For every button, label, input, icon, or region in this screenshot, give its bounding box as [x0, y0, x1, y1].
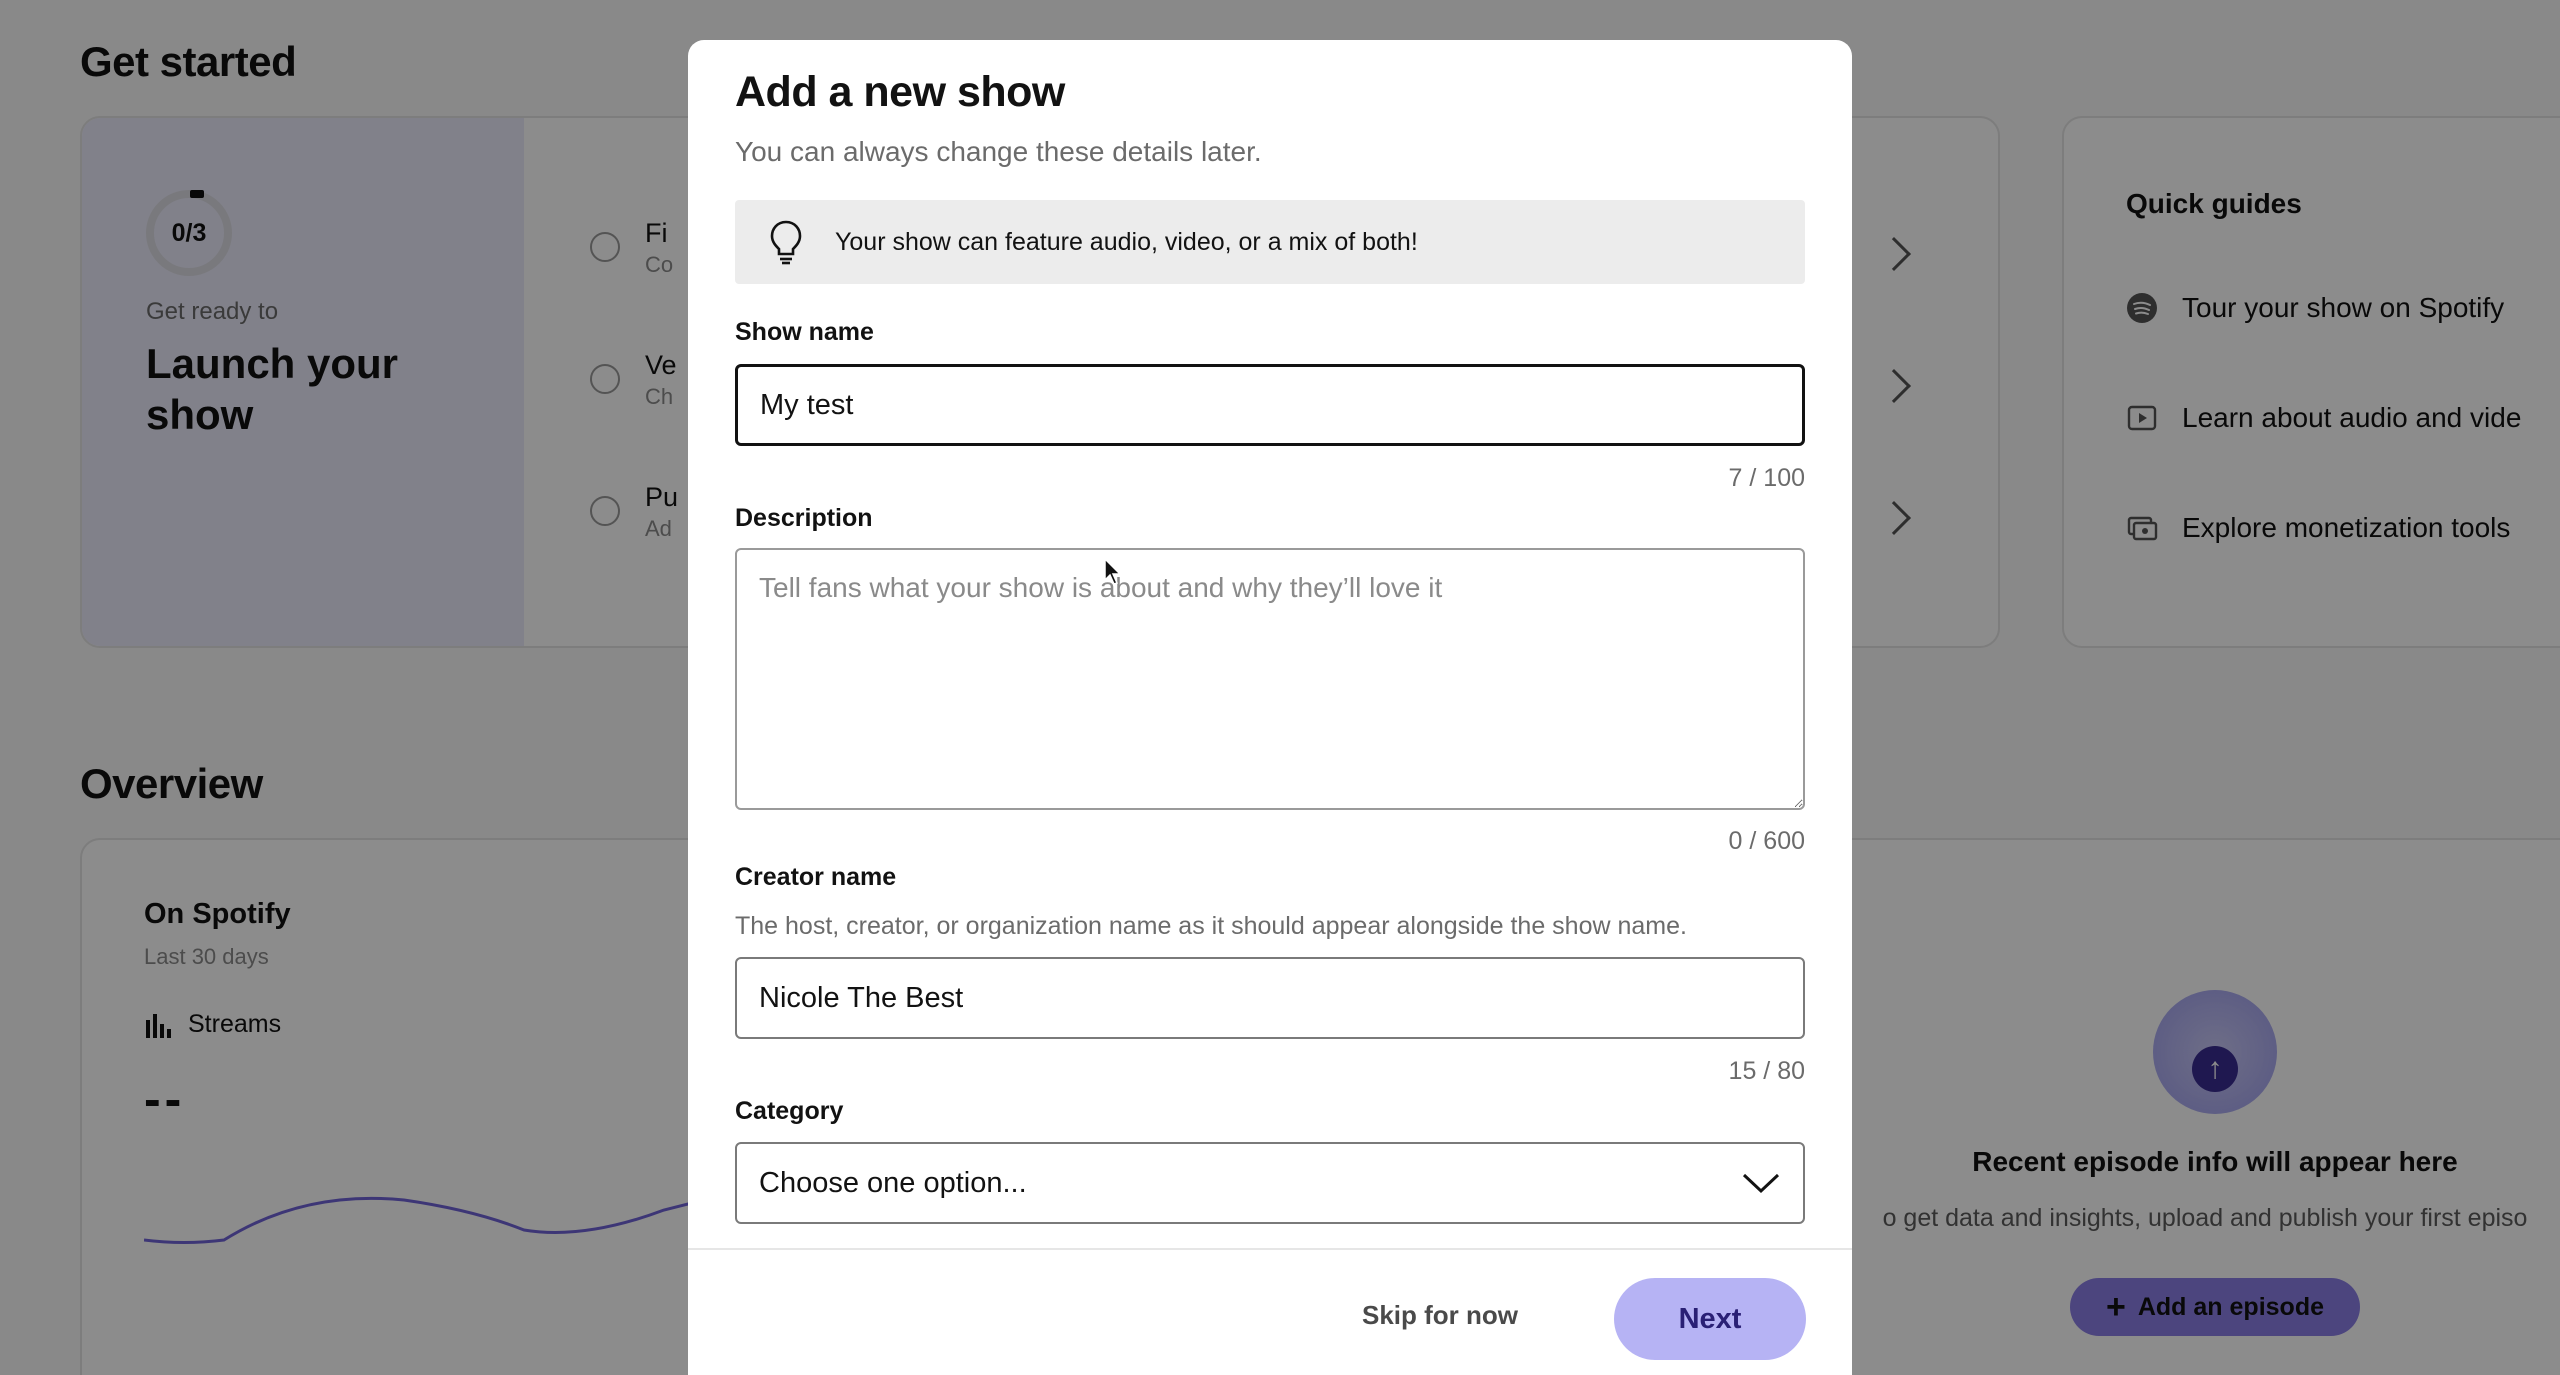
creator-name-input[interactable] — [735, 957, 1805, 1039]
tip-banner: Your show can feature audio, video, or a… — [735, 200, 1805, 284]
skip-button[interactable]: Skip for now — [1362, 1300, 1518, 1331]
category-selected-value: Choose one option... — [759, 1166, 1027, 1199]
footer-divider — [688, 1248, 1852, 1250]
creator-name-help: The host, creator, or organization name … — [735, 912, 1687, 940]
show-name-label: Show name — [735, 318, 874, 346]
category-label: Category — [735, 1097, 844, 1125]
tip-text: Your show can feature audio, video, or a… — [835, 227, 1418, 256]
dialog-title: Add a new show — [735, 68, 1065, 116]
show-name-counter: 7 / 100 — [1728, 464, 1805, 492]
category-select[interactable]: Choose one option... — [735, 1142, 1805, 1224]
dialog-subtitle: You can always change these details late… — [735, 136, 1262, 167]
add-show-dialog: Add a new show You can always change the… — [688, 40, 1852, 1375]
lightbulb-icon — [770, 220, 802, 265]
description-label: Description — [735, 504, 873, 532]
description-counter: 0 / 600 — [1728, 827, 1805, 855]
mouse-cursor-icon — [1104, 558, 1122, 585]
show-name-input[interactable] — [735, 364, 1805, 446]
creator-name-label: Creator name — [735, 863, 897, 891]
next-button[interactable]: Next — [1614, 1278, 1806, 1360]
chevron-down-icon — [1742, 1173, 1780, 1194]
creator-name-counter: 15 / 80 — [1728, 1057, 1805, 1085]
description-textarea[interactable] — [735, 548, 1805, 810]
